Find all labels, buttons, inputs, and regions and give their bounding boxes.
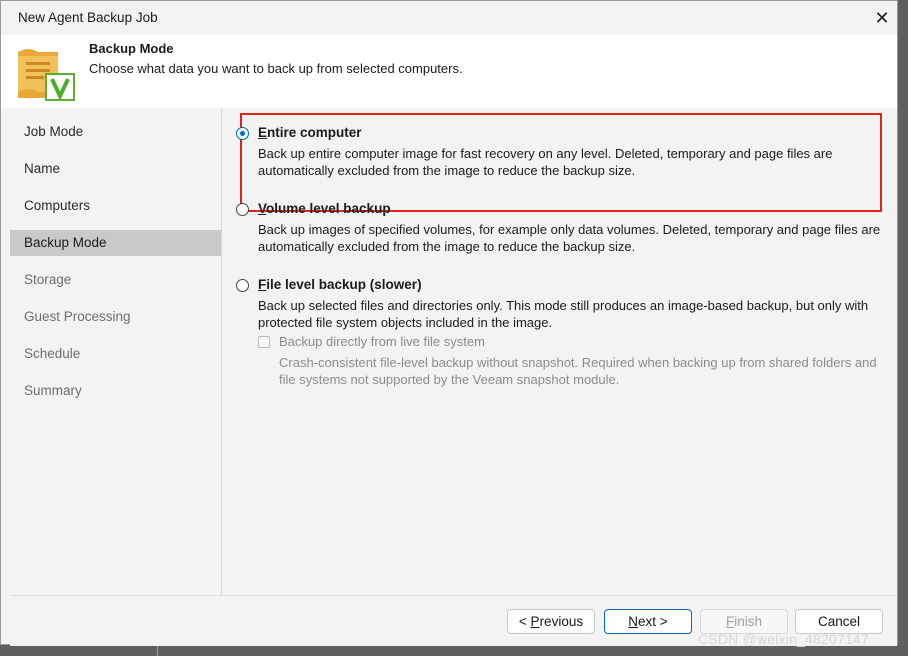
- sidebar-item-job-mode[interactable]: Job Mode: [10, 119, 221, 145]
- next-button[interactable]: Next >: [604, 609, 692, 634]
- sidebar-item-computers[interactable]: Computers: [10, 193, 221, 219]
- option-label-file-level-backup[interactable]: File level backup (slower): [258, 277, 422, 292]
- sidebar-item-summary[interactable]: Summary: [10, 378, 221, 404]
- previous-button[interactable]: < Previous: [507, 609, 595, 634]
- sidebar-item-storage[interactable]: Storage: [10, 267, 221, 293]
- option-description-entire-computer: Back up entire computer image for fast r…: [258, 146, 833, 178]
- sidebar-item-guest-processing[interactable]: Guest Processing: [10, 304, 221, 330]
- label-text: olume level backup: [266, 201, 391, 216]
- checkbox-backup-from-live-file-system[interactable]: [258, 336, 270, 348]
- page-description: Choose what data you want to back up fro…: [89, 61, 463, 76]
- option-description-volume-level-backup: Back up images of specified volumes, for…: [258, 222, 881, 254]
- radio-file-level-backup[interactable]: [236, 279, 249, 292]
- window-title: New Agent Backup Job: [18, 10, 158, 25]
- mnemonic: N: [628, 614, 639, 629]
- sidebar-item-backup-mode[interactable]: Backup Mode: [10, 230, 221, 256]
- radio-volume-level-backup[interactable]: [236, 203, 249, 216]
- new-agent-backup-job-dialog: New Agent Backup Job ✕ Backup Mode Choos…: [0, 0, 898, 646]
- mnemonic: F: [725, 614, 735, 629]
- radio-entire-computer[interactable]: [236, 127, 249, 140]
- background-divider: [157, 645, 158, 656]
- backup-mode-panel: Entire computer Back up entire computer …: [222, 108, 897, 595]
- close-icon[interactable]: ✕: [870, 6, 894, 30]
- title-bar: New Agent Backup Job ✕: [1, 1, 897, 35]
- sidebar-item-name[interactable]: Name: [10, 156, 221, 182]
- label-text: ext >: [638, 614, 668, 629]
- prefix: <: [518, 614, 531, 629]
- option-label-entire-computer[interactable]: Entire computer: [258, 125, 362, 140]
- label-text: inish: [734, 614, 762, 629]
- page-title: Backup Mode: [89, 41, 174, 56]
- mnemonic: E: [258, 125, 268, 140]
- mnemonic: F: [258, 277, 267, 292]
- label-text: ntire computer: [267, 125, 362, 140]
- option-description-file-level-backup: Back up selected files and directories o…: [258, 298, 869, 330]
- mnemonic: P: [530, 614, 540, 629]
- wizard-header: Backup Mode Choose what data you want to…: [1, 35, 897, 108]
- wizard-steps-sidebar: Job Mode Name Computers Backup Mode Stor…: [10, 108, 222, 595]
- label-text: ile level backup (slower): [266, 277, 422, 292]
- label-text: revious: [539, 614, 584, 629]
- mnemonic: V: [258, 201, 267, 216]
- sidebar-item-schedule[interactable]: Schedule: [10, 341, 221, 367]
- option-label-volume-level-backup[interactable]: Volume level backup: [258, 201, 391, 216]
- checkbox-label-backup-from-live-file-system[interactable]: Backup directly from live file system: [279, 334, 485, 349]
- sub-option-description: Crash-consistent file-level backup witho…: [279, 355, 877, 387]
- backup-job-scroll-icon: [18, 49, 75, 101]
- watermark-text: CSDN @weixin_48207147: [698, 631, 869, 647]
